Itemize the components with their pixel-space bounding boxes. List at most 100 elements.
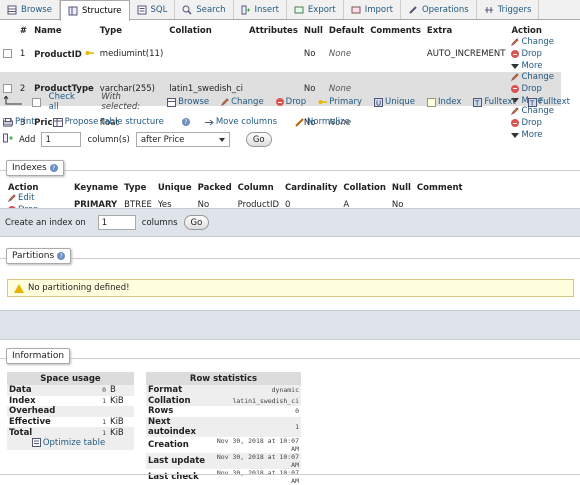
index-icon [426,97,436,107]
index-columns-input[interactable]: 1 [97,215,136,230]
warning-text: No partitioning defined! [28,283,130,293]
tab-operations[interactable]: Operations [401,0,477,19]
col-header-unique: Unique [157,182,192,193]
search-icon [182,5,192,15]
svg-text:T: T [474,99,480,107]
tab-sql[interactable]: SQL [130,0,176,19]
indexes-header-row: Action Keyname Type Unique Packed Column… [6,182,467,193]
browse-icon [7,5,17,15]
propose-structure-link[interactable]: Propose table structure [52,117,164,127]
chevron-down-icon [511,63,520,69]
col-header-comments: Comments [370,26,421,36]
col-header-attributes: Attributes [249,26,298,36]
more-dropdown[interactable]: More [511,130,543,140]
tab-structure[interactable]: Structure [59,0,130,21]
sql-icon [137,5,147,15]
row-checkbox[interactable] [3,83,12,93]
drop-link[interactable]: Drop [511,49,542,59]
bulk-primary-button[interactable]: Primary [318,97,362,107]
col-header-extra: Extra [426,26,453,36]
row-statistics-table: Row statistics Format dynamic Collation la… [146,372,301,485]
tools-row: Print Propose table structure ? Move col… [3,117,354,127]
column-extra [423,106,509,141]
chevron-down-icon [218,137,225,142]
tab-export[interactable]: Export [287,0,344,19]
bulk-fulltext-button-2[interactable]: T Fulltext [527,97,570,107]
tab-browse[interactable]: Browse [0,0,60,19]
table-row: Index 1 KiB [9,395,124,406]
table-row: Rows 0 [148,406,299,417]
table-row: 1 ProductID mediumint(11) No None AUTO_I… [0,37,561,72]
create-index-go-button[interactable]: Go [183,215,210,230]
normalize-icon [295,117,304,127]
add-column-icon [3,133,13,146]
move-columns-link[interactable]: Move columns [204,117,277,127]
import-icon [351,5,361,15]
svg-text:U: U [376,99,381,107]
col-header-keyname: Keyname [74,182,119,193]
edit-index-link[interactable]: Edit [8,193,34,203]
pencil-icon [221,98,229,106]
col-header-collation: Collation [169,26,212,36]
tab-label: Import [364,4,393,15]
tab-bar: Browse Structure SQL Search Insert Expor… [0,0,580,21]
tab-import[interactable]: Import [344,0,401,19]
partitions-footer [0,310,580,340]
create-index-bar: Create an index on 1 columns Go [0,208,580,237]
with-selected-bar: Check all With selected: Browse Change D… [3,92,574,112]
column-comments [367,37,424,72]
partition-warning: No partitioning defined! [7,279,574,297]
structure-icon [68,6,78,16]
space-usage-table: Space usage Data 0 B Index 1 KiB Overhead Ef… [7,372,134,451]
help-icon[interactable]: ? [181,118,190,126]
position-select[interactable]: after Price [135,132,230,147]
svg-text:T: T [529,99,535,107]
help-icon[interactable]: ? [57,252,66,260]
chevron-down-icon [511,132,520,138]
table-row: Overhead [7,406,134,417]
help-icon[interactable]: ? [49,164,58,172]
browse-icon [167,97,177,107]
column-attributes [246,37,301,72]
move-icon [204,119,214,125]
export-icon [294,5,304,15]
tab-triggers[interactable]: Triggers [477,0,540,19]
change-link[interactable]: Change [511,72,554,82]
bulk-unique-button[interactable]: U Unique [373,97,415,107]
change-link[interactable]: Change [511,37,554,47]
normalize-link[interactable]: Normalize [295,117,350,127]
operations-icon [408,5,418,15]
check-all-label[interactable]: Check all [49,92,86,112]
tab-insert[interactable]: Insert [234,0,287,19]
structure-header-row: # Name Type Collation Attributes Null De… [0,25,561,37]
bulk-index-button[interactable]: Index [426,97,461,107]
table-row: Collation latin1_swedish_ci [146,395,301,407]
add-go-button[interactable]: Go [245,132,272,147]
tab-label: SQL [150,4,168,15]
column-name: ProductID [34,49,82,60]
space-usage-title: Space usage [7,372,134,385]
bulk-drop-button[interactable]: Drop [275,97,306,107]
column-type: mediumint(11) [96,37,167,72]
check-all-checkbox[interactable] [32,97,41,107]
col-header-action: Action [8,182,39,193]
drop-icon [511,119,520,127]
tab-search[interactable]: Search [175,0,234,19]
add-count-input[interactable]: 1 [41,132,82,147]
partitions-legend: Partitions? [6,248,72,264]
bulk-fulltext-button[interactable]: T Fulltext [473,97,516,107]
bulk-browse-button[interactable]: Browse [167,97,209,107]
more-dropdown[interactable]: More [511,61,543,71]
col-header-null: Null [391,182,411,193]
drop-link[interactable]: Drop [511,84,542,94]
row-checkbox[interactable] [3,49,12,59]
row-statistics-title: Row statistics [146,372,301,385]
row-num: 1 [16,37,32,72]
col-header-name: Name [34,26,62,36]
col-header-action: Action [511,26,542,36]
print-link[interactable]: Print [3,117,35,127]
drop-link[interactable]: Drop [511,118,542,128]
with-selected-label: With selected: [101,92,141,112]
bulk-change-button[interactable]: Change [221,97,264,107]
optimize-table-link[interactable]: Optimize table [31,438,105,448]
